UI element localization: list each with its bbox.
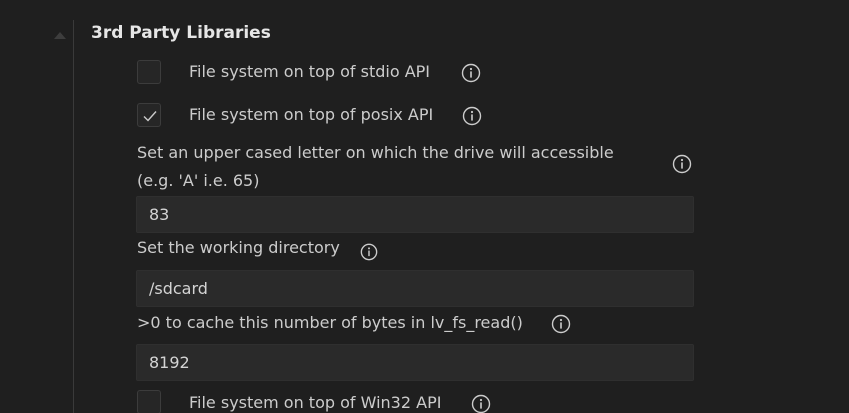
- tree-guide-line: [73, 20, 74, 413]
- win32-label: File system on top of Win32 API: [189, 393, 442, 412]
- working-dir-label: Set the working directory: [137, 238, 340, 257]
- cache-input[interactable]: [136, 344, 694, 381]
- settings-panel: 3rd Party Libraries File system on top o…: [0, 0, 849, 413]
- posix-label: File system on top of posix API: [189, 105, 434, 124]
- stdio-checkbox[interactable]: [137, 60, 161, 84]
- section-title: 3rd Party Libraries: [91, 23, 271, 43]
- cache-label: >0 to cache this number of bytes in lv_f…: [137, 313, 523, 332]
- info-icon[interactable]: [462, 106, 482, 126]
- info-icon[interactable]: [551, 314, 571, 334]
- info-icon[interactable]: [471, 394, 491, 413]
- stdio-label: File system on top of stdio API: [189, 62, 431, 81]
- info-icon[interactable]: [461, 63, 481, 83]
- working-dir-input[interactable]: [136, 270, 694, 307]
- info-icon[interactable]: [360, 243, 378, 261]
- posix-checkbox[interactable]: [137, 103, 161, 127]
- drive-letter-label: Set an upper cased letter on which the d…: [137, 143, 614, 162]
- win32-checkbox[interactable]: [137, 390, 161, 413]
- info-icon[interactable]: [672, 154, 692, 174]
- check-icon: [143, 111, 157, 122]
- drive-letter-hint: (e.g. 'A' i.e. 65): [137, 171, 260, 190]
- drive-letter-input[interactable]: [136, 196, 694, 233]
- collapse-section-icon[interactable]: [52, 26, 68, 39]
